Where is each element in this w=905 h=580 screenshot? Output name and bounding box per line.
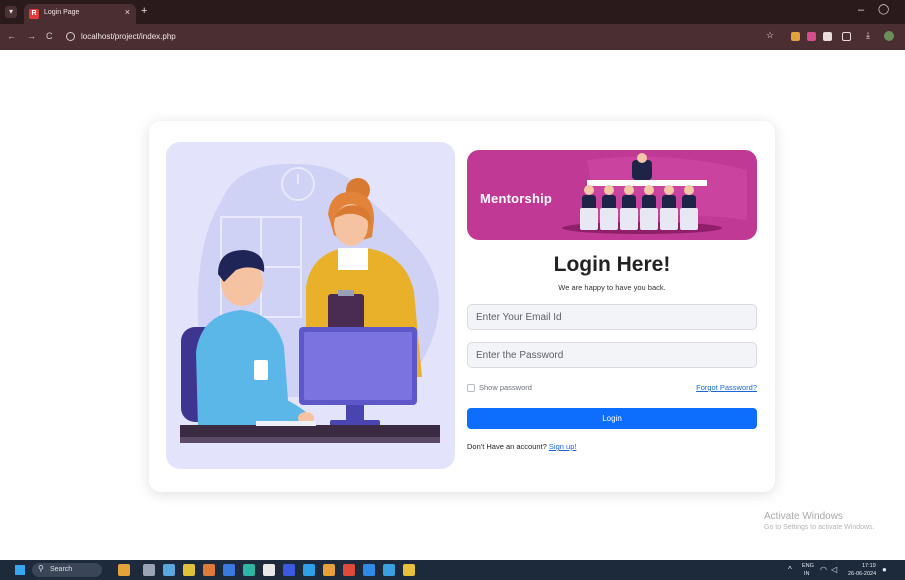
wifi-icon[interactable]: ◠ xyxy=(820,565,827,574)
notification-icon[interactable]: ● xyxy=(882,565,887,574)
profile-icon[interactable] xyxy=(884,31,894,41)
minimize-icon[interactable]: – xyxy=(858,4,864,16)
extension-icon[interactable] xyxy=(823,32,832,41)
taskbar-app-icon[interactable] xyxy=(118,564,130,576)
close-icon[interactable]: × xyxy=(125,7,130,17)
taskbar-app-icon[interactable] xyxy=(343,564,355,576)
tab-menu-icon[interactable]: ▾ xyxy=(5,6,17,18)
signup-link[interactable]: Sign up! xyxy=(549,442,577,451)
tray-language[interactable]: ENG xyxy=(802,563,814,569)
banner-label: Mentorship xyxy=(480,191,553,206)
taskbar-app-icon[interactable] xyxy=(163,564,175,576)
search-icon: ⚲ xyxy=(38,564,44,573)
plus-icon[interactable]: + xyxy=(141,5,147,17)
mentorship-banner: Mentorship xyxy=(467,150,757,240)
extension-icon[interactable] xyxy=(791,32,800,41)
signup-prompt: Don't Have an account? Sign up! xyxy=(467,442,576,451)
taskbar-app-icon[interactable] xyxy=(383,564,395,576)
taskbar-app-icon[interactable] xyxy=(143,564,155,576)
forgot-password-link[interactable]: Forgot Password? xyxy=(696,383,757,392)
email-field[interactable] xyxy=(467,304,757,330)
show-password-label: Show password xyxy=(479,383,532,392)
tray-region: IN xyxy=(804,571,810,577)
url-text: localhost/project/index.php xyxy=(81,32,176,41)
url-field[interactable]: localhost/project/index.php xyxy=(60,29,760,45)
illustration xyxy=(166,142,455,469)
taskbar-app-icon[interactable] xyxy=(263,564,275,576)
extension-icon[interactable] xyxy=(842,32,851,41)
taskbar-app-icon[interactable] xyxy=(243,564,255,576)
password-field[interactable] xyxy=(467,342,757,368)
tray-time[interactable]: 17:19 xyxy=(862,563,876,569)
activate-windows-title: Activate Windows xyxy=(764,511,843,522)
browser-address-bar: ← → C localhost/project/index.php ☆ ⤓ xyxy=(0,24,905,50)
extension-icon[interactable] xyxy=(807,32,816,41)
tab-title: Login Page xyxy=(44,9,80,16)
volume-icon[interactable]: ◁ xyxy=(831,565,837,574)
browser-tab-bar: ▾ R Login Page × + – ◯ xyxy=(0,0,905,24)
no-account-text: Don't Have an account? xyxy=(467,442,547,451)
reload-icon[interactable]: C xyxy=(46,31,53,41)
forward-icon[interactable]: → xyxy=(27,31,36,41)
maximize-icon[interactable]: ◯ xyxy=(878,4,889,15)
taskbar-app-icon[interactable] xyxy=(403,564,415,576)
browser-tab[interactable]: R Login Page × xyxy=(24,4,136,24)
taskbar-app-icon[interactable] xyxy=(223,564,235,576)
taskbar: ⚲ Search ^ ENG IN ◠ ◁ 17:19 26-06-2024 ● xyxy=(0,560,905,580)
taskbar-app-icon[interactable] xyxy=(323,564,335,576)
taskbar-search[interactable]: ⚲ Search xyxy=(32,563,102,577)
page-subtitle: We are happy to have you back. xyxy=(558,283,666,292)
tray-chevron-icon[interactable]: ^ xyxy=(788,565,792,574)
activate-windows-subtitle: Go to Settings to activate Windows. xyxy=(764,524,875,531)
back-icon[interactable]: ← xyxy=(7,31,16,41)
site-info-icon[interactable] xyxy=(66,32,75,41)
star-icon[interactable]: ☆ xyxy=(766,30,774,41)
download-icon[interactable]: ⤓ xyxy=(866,30,870,41)
illustration-mentor-and-student xyxy=(180,163,440,443)
taskbar-app-icon[interactable] xyxy=(283,564,295,576)
page-title: Login Here! xyxy=(553,253,671,276)
taskbar-search-label: Search xyxy=(50,566,73,573)
taskbar-app-icon[interactable] xyxy=(303,564,315,576)
show-password-checkbox[interactable] xyxy=(467,384,475,392)
tray-date[interactable]: 26-06-2024 xyxy=(848,571,876,577)
taskbar-app-icon[interactable] xyxy=(203,564,215,576)
login-button[interactable]: Login xyxy=(467,408,757,429)
windows-start-icon[interactable] xyxy=(15,565,25,575)
login-card: Mentorship Login Here! We are happy to h… xyxy=(149,121,775,492)
favicon-icon: R xyxy=(29,9,39,19)
taskbar-app-icon[interactable] xyxy=(363,564,375,576)
taskbar-app-icon[interactable] xyxy=(183,564,195,576)
